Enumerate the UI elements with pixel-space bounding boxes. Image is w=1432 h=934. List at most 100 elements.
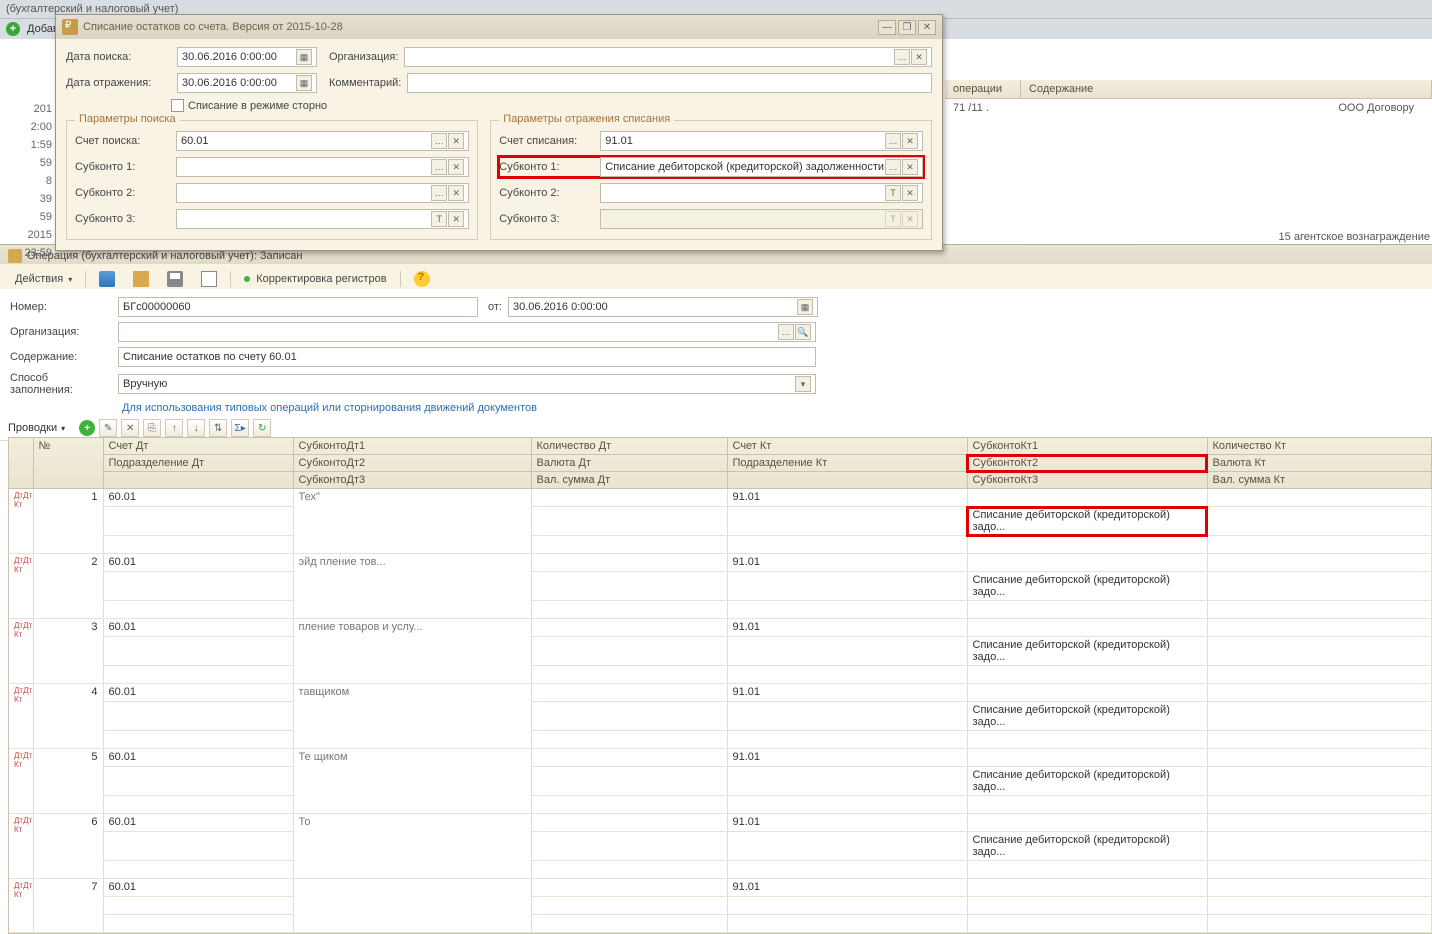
close-button[interactable]: ✕ <box>918 20 936 35</box>
cell-acct-kt[interactable]: 91.01 <box>727 684 967 702</box>
table-row[interactable]: ДтКт 1 60.01 Тех" 91.01 <box>9 489 1432 507</box>
table-row[interactable]: ДтКт 7 60.01 91.01 <box>9 879 1432 897</box>
help-button[interactable] <box>407 268 437 290</box>
cell-subkt2[interactable] <box>967 897 1207 915</box>
cell-subdt[interactable]: тавщиком <box>293 684 531 749</box>
cell-subkt2[interactable]: Списание дебиторской (кредиторской) задо… <box>967 767 1207 796</box>
org-input[interactable]: … ✕ <box>404 47 932 67</box>
maximize-button[interactable]: ❐ <box>898 20 916 35</box>
cell-subkt2[interactable]: Списание дебиторской (кредиторской) задо… <box>967 572 1207 601</box>
sub3-input[interactable]: T✕ <box>176 209 469 229</box>
col-valsum-kt[interactable]: Вал. сумма Кт <box>1207 472 1432 489</box>
tb-button-2[interactable] <box>126 268 156 290</box>
actions-button[interactable]: Действия▾ <box>8 270 79 288</box>
dropdown-icon[interactable]: ▾ <box>795 376 811 392</box>
table-row[interactable] <box>9 897 1432 915</box>
lookup-icon[interactable]: … <box>778 324 794 340</box>
from-date-input[interactable]: 30.06.2016 0:00:00 ▦ <box>508 297 818 317</box>
cell-subdt[interactable]: пление товаров и услу... <box>293 619 531 684</box>
acct-write-input[interactable]: 91.01 … ✕ <box>600 131 923 151</box>
cell-acct-dt[interactable]: 60.01 <box>103 749 293 767</box>
table-row[interactable]: ДтКт 3 60.01 пление товаров и услу... 91… <box>9 619 1432 637</box>
table-row[interactable]: ДтКт 4 60.01 тавщиком 91.01 <box>9 684 1432 702</box>
calendar-icon[interactable]: ▦ <box>296 49 312 65</box>
cell-subdt[interactable] <box>293 879 531 933</box>
cell-acct-dt[interactable]: 60.01 <box>103 554 293 572</box>
method-select[interactable]: Вручную ▾ <box>118 374 816 394</box>
col-n[interactable]: № <box>33 438 103 489</box>
col-subkt2-highlighted[interactable]: СубконтоКт2 <box>967 455 1207 472</box>
col-val-kt[interactable]: Валюта Кт <box>1207 455 1432 472</box>
table-row[interactable] <box>9 796 1432 814</box>
clear-icon[interactable]: ✕ <box>448 133 464 149</box>
sub1-input[interactable]: …✕ <box>176 157 469 177</box>
cell-acct-dt[interactable]: 60.01 <box>103 619 293 637</box>
lookup-icon[interactable]: … <box>885 133 901 149</box>
calendar-icon[interactable]: ▦ <box>797 299 813 315</box>
table-row[interactable]: Списание дебиторской (кредиторской) задо… <box>9 572 1432 601</box>
col-qty-dt[interactable]: Количество Дт <box>531 438 727 455</box>
table-row[interactable] <box>9 601 1432 619</box>
search-date-input[interactable]: 30.06.2016 0:00:00 ▦ <box>177 47 317 67</box>
cell-acct-dt[interactable]: 60.01 <box>103 684 293 702</box>
table-row[interactable]: Списание дебиторской (кредиторской) задо… <box>9 832 1432 861</box>
cell-acct-kt[interactable]: 91.01 <box>727 619 967 637</box>
tb-btn-3[interactable]: ⎘ <box>143 419 161 437</box>
cell-subkt2-highlighted[interactable]: Списание дебиторской (кредиторской) задо… <box>967 507 1207 536</box>
col-qty-kt[interactable]: Количество Кт <box>1207 438 1432 455</box>
table-row[interactable] <box>9 536 1432 554</box>
korrekt-button[interactable]: Корректировка регистров <box>237 270 393 288</box>
col-subdt3[interactable]: СубконтоДт3 <box>293 472 531 489</box>
tb-btn-sum[interactable]: Σ▸ <box>231 419 249 437</box>
col-div-dt[interactable]: Подразделение Дт <box>103 455 293 472</box>
add-icon[interactable] <box>6 22 23 36</box>
col-val-dt[interactable]: Валюта Дт <box>531 455 727 472</box>
content-input[interactable]: Списание остатков по счету 60.01 <box>118 347 816 367</box>
lookup-icon[interactable]: … <box>885 159 901 175</box>
dialog-titlebar[interactable]: Списание остатков со счета. Версия от 20… <box>56 15 942 39</box>
tb-btn-2[interactable]: ✕ <box>121 419 139 437</box>
tb-btn-refresh[interactable]: ↻ <box>253 419 271 437</box>
cell-acct-kt[interactable]: 91.01 <box>727 554 967 572</box>
doc-button[interactable] <box>194 268 224 290</box>
table-row[interactable]: Списание дебиторской (кредиторской) задо… <box>9 507 1432 536</box>
cell-subkt2[interactable]: Списание дебиторской (кредиторской) задо… <box>967 702 1207 731</box>
add-entry-button[interactable]: + <box>79 420 95 436</box>
calendar-icon[interactable]: ▦ <box>296 75 312 91</box>
cell-acct-kt[interactable]: 91.01 <box>727 879 967 897</box>
table-row[interactable]: ДтКт 2 60.01 эйд пление тов... 91.01 <box>9 554 1432 572</box>
cell-subdt[interactable]: То <box>293 814 531 879</box>
tb-btn-up[interactable]: ↑ <box>165 419 183 437</box>
table-row[interactable]: Списание дебиторской (кредиторской) задо… <box>9 637 1432 666</box>
col-acct-dt[interactable]: Счет Дт <box>103 438 293 455</box>
org-input-2[interactable]: … 🔍 <box>118 322 816 342</box>
col-acct-kt[interactable]: Счет Кт <box>727 438 967 455</box>
minimize-button[interactable]: — <box>878 20 896 35</box>
tb-btn-1[interactable]: ✎ <box>99 419 117 437</box>
clear-icon[interactable]: ✕ <box>902 133 918 149</box>
sub2-input[interactable]: …✕ <box>176 183 469 203</box>
clear-icon[interactable]: ✕ <box>911 49 927 65</box>
cell-acct-kt[interactable]: 91.01 <box>727 749 967 767</box>
save-button[interactable] <box>92 268 122 290</box>
number-input[interactable]: БГс00000060 <box>118 297 478 317</box>
cell-subdt[interactable]: эйд пление тов... <box>293 554 531 619</box>
table-row[interactable]: ДтКт 5 60.01 Те щиком 91.01 <box>9 749 1432 767</box>
cell-subdt[interactable]: Тех" <box>293 489 531 554</box>
col-valsum-dt[interactable]: Вал. сумма Дт <box>531 472 727 489</box>
clear-icon[interactable]: ✕ <box>902 159 918 175</box>
storno-checkbox[interactable] <box>171 99 184 112</box>
table-row[interactable] <box>9 666 1432 684</box>
cell-acct-dt[interactable]: 60.01 <box>103 879 293 897</box>
table-row[interactable]: Списание дебиторской (кредиторской) задо… <box>9 702 1432 731</box>
lookup-icon[interactable]: … <box>894 49 910 65</box>
table-row[interactable] <box>9 861 1432 879</box>
col-subkt3[interactable]: СубконтоКт3 <box>967 472 1207 489</box>
cell-acct-kt[interactable]: 91.01 <box>727 814 967 832</box>
cell-subdt[interactable]: Те щиком <box>293 749 531 814</box>
tb-btn-down[interactable]: ↓ <box>187 419 205 437</box>
col-subdt2[interactable]: СубконтоДт2 <box>293 455 531 472</box>
comment-input[interactable] <box>407 73 932 93</box>
reflect-date-input[interactable]: 30.06.2016 0:00:00 ▦ <box>177 73 317 93</box>
sub1-write-input[interactable]: Списание дебиторской (кредиторской) задо… <box>600 157 923 177</box>
